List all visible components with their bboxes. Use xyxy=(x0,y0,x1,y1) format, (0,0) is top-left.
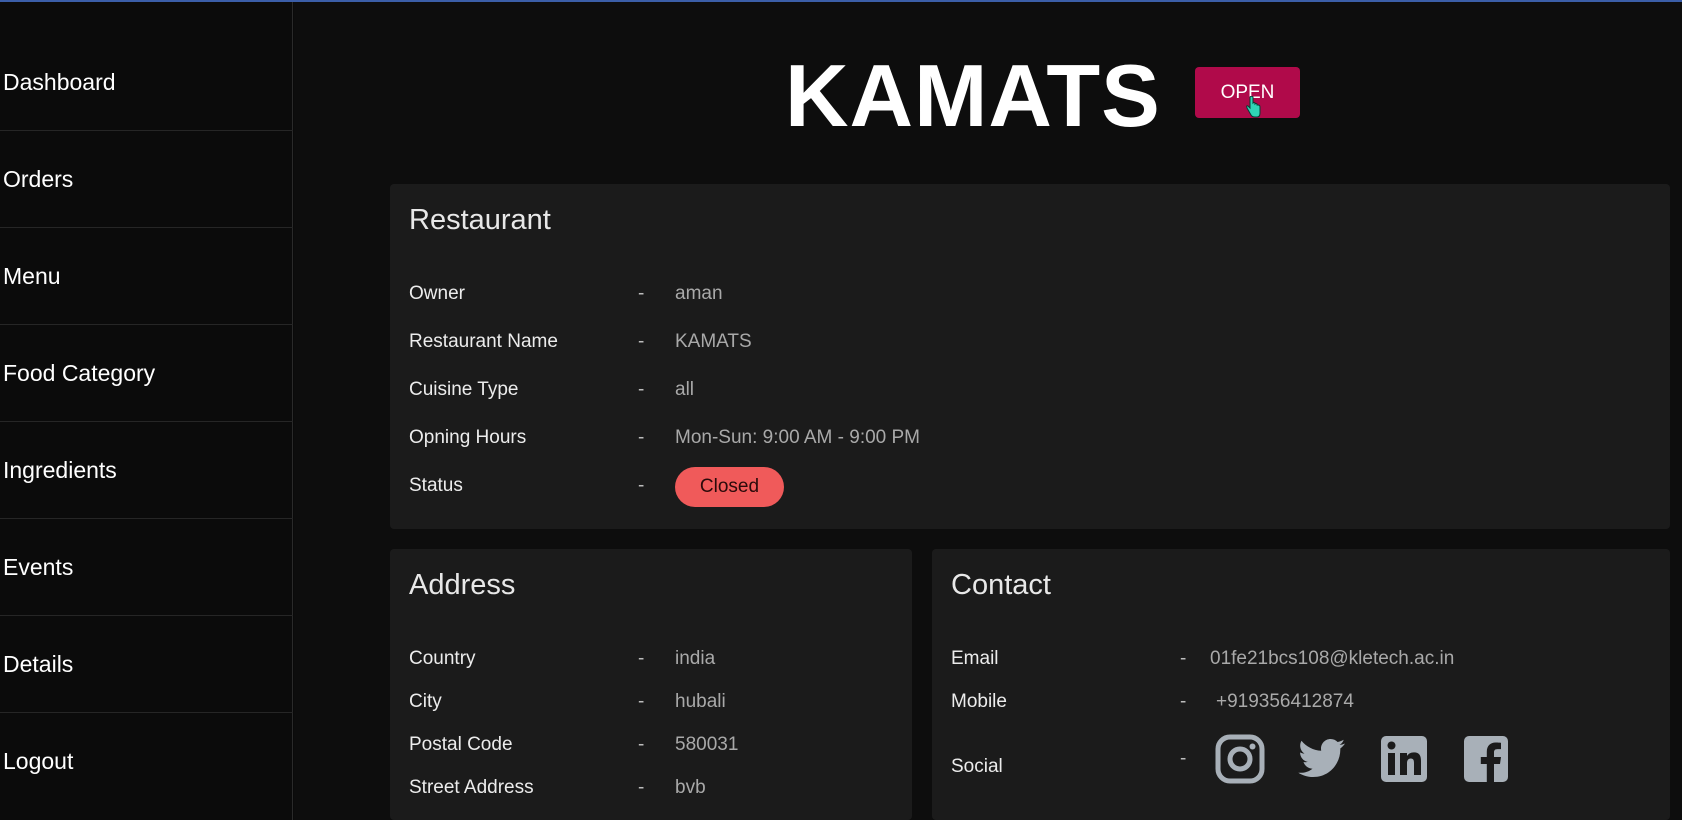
contact-card: Contact Email - 01fe21bcs108@kletech.ac.… xyxy=(932,549,1670,820)
mobile-value: +919356412874 xyxy=(1216,691,1354,712)
sidebar-item-dashboard[interactable]: Dashboard xyxy=(0,34,293,131)
owner-label: Owner xyxy=(409,283,465,304)
hand-cursor-icon xyxy=(1246,96,1261,118)
country-label: Country xyxy=(409,648,476,669)
restaurant-name-label: Restaurant Name xyxy=(409,331,558,352)
mobile-separator: - xyxy=(1180,691,1187,712)
postal-code-label: Postal Code xyxy=(409,734,513,755)
address-heading: Address xyxy=(409,569,516,601)
sidebar-item-logout[interactable]: Logout xyxy=(0,713,293,810)
city-value: hubali xyxy=(675,691,726,712)
postal-code-separator: - xyxy=(638,734,645,755)
restaurant-heading: Restaurant xyxy=(409,204,551,236)
opening-hours-label: Opning Hours xyxy=(409,427,527,448)
street-address-label: Street Address xyxy=(409,777,534,798)
sidebar-item-label: Food Category xyxy=(3,359,156,386)
status-badge: Closed xyxy=(675,467,784,507)
cuisine-type-label: Cuisine Type xyxy=(409,379,519,400)
contact-heading: Contact xyxy=(951,569,1051,601)
sidebar-item-label: Ingredients xyxy=(3,456,117,483)
sidebar-item-food-category[interactable]: Food Category xyxy=(0,325,293,422)
email-value: 01fe21bcs108@kletech.ac.in xyxy=(1210,648,1455,669)
status-separator: - xyxy=(638,475,645,496)
opening-hours-value: Mon-Sun: 9:00 AM - 9:00 PM xyxy=(675,427,921,448)
social-separator: - xyxy=(1180,748,1187,769)
cuisine-type-separator: - xyxy=(638,379,645,400)
status-label: Status xyxy=(409,475,463,496)
instagram-icon[interactable] xyxy=(1215,734,1265,784)
sidebar-item-label: Menu xyxy=(3,262,61,289)
street-address-separator: - xyxy=(638,777,645,798)
restaurant-card: Restaurant Owner - aman Restaurant Name … xyxy=(390,184,1670,529)
sidebar-item-orders[interactable]: Orders xyxy=(0,131,293,228)
country-value: india xyxy=(675,648,716,669)
cuisine-type-value: all xyxy=(675,379,695,400)
owner-value: aman xyxy=(675,283,723,304)
postal-code-value: 580031 xyxy=(675,734,739,755)
social-label: Social xyxy=(951,756,1003,777)
sidebar-item-label: Orders xyxy=(3,165,74,192)
sidebar-item-label: Events xyxy=(3,553,74,580)
sidebar-item-ingredients[interactable]: Ingredients xyxy=(0,422,293,519)
page-title: KAMATS xyxy=(785,46,1161,145)
email-separator: - xyxy=(1180,648,1187,669)
restaurant-name-separator: - xyxy=(638,331,645,352)
country-separator: - xyxy=(638,648,645,669)
restaurant-name-value: KAMATS xyxy=(675,331,752,352)
linkedin-icon[interactable] xyxy=(1379,734,1429,784)
twitter-icon[interactable] xyxy=(1297,734,1347,784)
opening-hours-separator: - xyxy=(638,427,645,448)
mobile-label: Mobile xyxy=(951,691,1007,712)
sidebar: Dashboard Orders Menu Food Category Ingr… xyxy=(0,2,293,820)
city-label: City xyxy=(409,691,442,712)
sidebar-item-events[interactable]: Events xyxy=(0,519,293,616)
street-address-value: bvb xyxy=(675,777,706,798)
sidebar-item-label: Dashboard xyxy=(3,68,116,95)
sidebar-item-details[interactable]: Details xyxy=(0,616,293,713)
email-label: Email xyxy=(951,648,999,669)
facebook-icon[interactable] xyxy=(1461,734,1511,784)
city-separator: - xyxy=(638,691,645,712)
address-card: Address Country - india City - hubali Po… xyxy=(390,549,912,820)
sidebar-item-label: Details xyxy=(3,650,74,677)
sidebar-item-menu[interactable]: Menu xyxy=(0,228,293,325)
sidebar-item-label: Logout xyxy=(3,748,74,774)
owner-separator: - xyxy=(638,283,645,304)
